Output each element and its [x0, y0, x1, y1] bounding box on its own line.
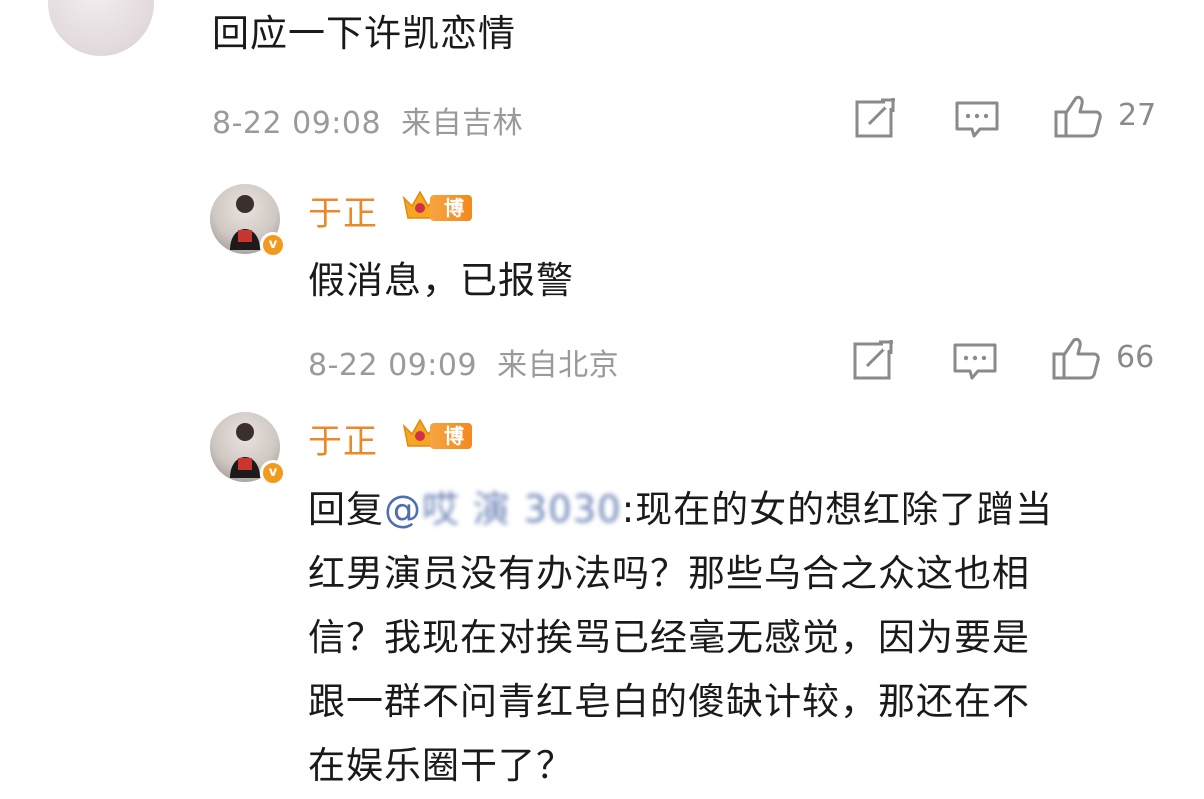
reply-line-2: 红男演员没有办法吗？那些乌合之众这也相 [308, 552, 1030, 595]
comment-location: 来自吉林 [401, 106, 524, 141]
like-count: 66 [1116, 340, 1155, 375]
verified-badge-icon: v [260, 232, 286, 258]
comment-time: 8-22 09:08 [212, 106, 382, 141]
comment-button[interactable] [954, 100, 1000, 144]
reply-line-1: :现在的女的想红除了蹭当 [621, 488, 1054, 531]
reply-line: 回复@哎 演 3030:现在的女的想红除了蹭当 [308, 478, 1188, 542]
comment-icon [955, 101, 999, 138]
share-button[interactable] [853, 340, 895, 384]
reply-line-5: 在娱乐圈干了？ [308, 744, 574, 787]
share-button[interactable] [855, 98, 897, 142]
mention-blurred-username: 哎 演 3030 [422, 488, 622, 531]
like-icon [1054, 95, 1102, 138]
mention-link[interactable]: @哎 演 3030 [384, 488, 622, 531]
reply-line-4: 跟一群不问青红皂白的傻缺计较，那还在不 [308, 680, 1030, 723]
blogger-badge-label: 博主 [430, 423, 472, 474]
like-button[interactable] [1052, 336, 1100, 384]
reply-location: 来自北京 [497, 348, 620, 383]
share-icon [855, 98, 897, 138]
comment-meta: 8-22 09:08 来自吉林 [212, 98, 523, 142]
reply-author-avatar[interactable]: v [210, 184, 286, 258]
reply-prefix: 回复 [308, 488, 384, 531]
like-icon [1052, 337, 1100, 380]
reply-text: 假消息，已报警 [308, 259, 574, 302]
reply-author-name[interactable]: 于正 [308, 186, 378, 235]
reply-time: 8-22 09:09 [308, 348, 478, 383]
share-icon [853, 340, 895, 380]
reply-author-avatar[interactable]: v [210, 412, 286, 486]
reply-author-name[interactable]: 于正 [308, 414, 378, 463]
commenter-avatar[interactable] [48, 0, 154, 56]
mention-at: @ [384, 488, 422, 531]
comment-button[interactable] [952, 342, 998, 386]
comment-text: 回应一下许凯恋情 [212, 12, 516, 55]
reply-body: 回复@哎 演 3030:现在的女的想红除了蹭当 红男演员没有办法吗？那些乌合之众… [308, 478, 1188, 798]
avatar-person-icon [230, 423, 260, 478]
verified-badge-icon: v [260, 460, 286, 486]
avatar-person-icon [230, 195, 260, 250]
like-button[interactable] [1054, 94, 1102, 142]
reply-meta: 8-22 09:09 来自北京 [308, 340, 619, 384]
blogger-badge-label: 博主 [430, 195, 472, 246]
reply-line-3: 信？我现在对挨骂已经毫无感觉，因为要是 [308, 616, 1030, 659]
like-count: 27 [1118, 98, 1157, 133]
comment-icon [953, 343, 997, 380]
